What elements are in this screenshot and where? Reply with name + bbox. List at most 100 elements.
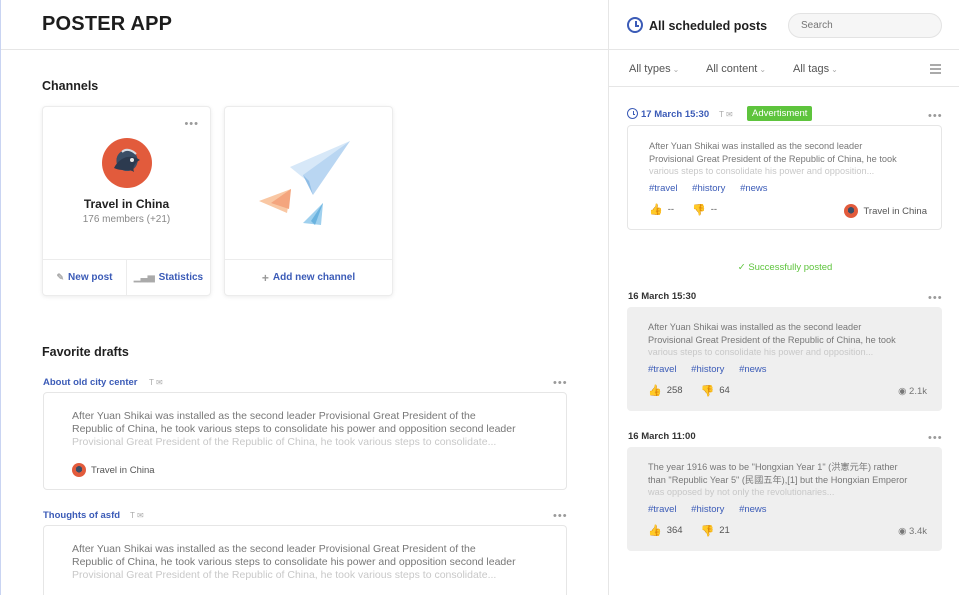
- more-icon[interactable]: •••: [928, 111, 943, 122]
- post-text-line: After Yuan Shikai was installed as the s…: [649, 141, 863, 151]
- new-post-button[interactable]: ✎ New post: [43, 260, 126, 295]
- menu-icon[interactable]: [930, 64, 941, 76]
- success-status: ✓ Successfully posted: [609, 262, 959, 273]
- tag-link[interactable]: #history: [691, 504, 724, 515]
- likes-count: 258: [666, 385, 683, 396]
- draft-title[interactable]: Thoughts of asfd: [43, 510, 120, 521]
- draft-card[interactable]: After Yuan Shikai was installed as the s…: [43, 525, 567, 595]
- plus-icon: +: [261, 270, 269, 285]
- main-area: POSTER APP Channels ••• Travel in China …: [1, 0, 608, 595]
- dislikes-count: --: [710, 204, 718, 215]
- likes-count: --: [667, 204, 675, 215]
- post-reactions: 👍 -- 👍 --: [649, 203, 717, 216]
- filter-label: All content: [706, 63, 758, 75]
- post-tags: #travel #history #news: [648, 504, 779, 515]
- channels-title: Channels: [42, 79, 99, 93]
- draft-channel: Travel in China: [72, 463, 155, 477]
- text-image-icon: T ✉: [130, 511, 144, 520]
- clock-icon: [627, 108, 638, 119]
- more-icon[interactable]: •••: [184, 119, 199, 130]
- success-text: Successfully posted: [748, 262, 833, 273]
- check-icon: ✓: [737, 262, 749, 273]
- thumbs-down-icon[interactable]: 👍: [701, 524, 715, 537]
- thumbs-up-icon[interactable]: 👍: [649, 203, 663, 216]
- channel-avatar-icon: [844, 204, 859, 218]
- more-icon[interactable]: •••: [928, 293, 943, 304]
- post-tags: #travel #history #news: [649, 183, 780, 194]
- channel-name: Travel in China: [83, 197, 170, 211]
- text-image-icon: T ✉: [149, 378, 163, 387]
- filter-label: All types: [629, 63, 671, 75]
- post-text-line: various steps to consolidate his power a…: [649, 166, 875, 176]
- draft-title[interactable]: About old city center: [43, 377, 137, 388]
- views-count: ◉ 3.4k: [898, 526, 927, 537]
- more-icon[interactable]: •••: [928, 433, 943, 444]
- post-text: After Yuan Shikai was installed as the s…: [648, 321, 918, 359]
- post-tags: #travel #history #news: [648, 364, 779, 375]
- post-text-line: was opposed by not only the revolutionar…: [648, 487, 835, 497]
- filter-types[interactable]: All types ⌄: [629, 63, 679, 75]
- thumbs-down-icon[interactable]: 👍: [701, 384, 715, 397]
- tag-link[interactable]: #history: [692, 183, 725, 194]
- likes-count: 364: [666, 525, 683, 536]
- thumbs-up-icon[interactable]: 👍: [648, 524, 662, 537]
- draft-text: After Yuan Shikai was installed as the s…: [72, 410, 546, 449]
- post-card[interactable]: After Yuan Shikai was installed as the s…: [627, 125, 942, 230]
- advertisment-badge: Advertisment: [747, 106, 813, 121]
- paper-planes-icon: [259, 141, 350, 225]
- channel-members: 176 members (+21): [82, 214, 171, 225]
- draft-text-line: Provisional Great President of the Repub…: [72, 569, 497, 581]
- filter-content[interactable]: All content ⌄: [706, 63, 766, 75]
- post-text-line: Provisional Great President of the Repub…: [648, 334, 896, 345]
- pencil-icon: ✎: [56, 272, 65, 282]
- thumbs-down-icon[interactable]: 👍: [692, 203, 706, 216]
- post-card[interactable]: After Yuan Shikai was installed as the s…: [627, 307, 942, 411]
- app-window: POSTER APP Channels ••• Travel in China …: [0, 0, 959, 595]
- chevron-down-icon: ⌄: [831, 65, 838, 74]
- post-text: The year 1916 was to be "Hongxian Year 1…: [648, 461, 918, 499]
- tag-link[interactable]: #history: [691, 364, 724, 375]
- scheduled-panel: All scheduled posts All types⌄ All conte…: [608, 0, 959, 595]
- post-text-line: After Yuan Shikai was installed as the s…: [648, 322, 862, 332]
- thumbs-up-icon[interactable]: 👍: [648, 384, 662, 397]
- clock-icon: [627, 17, 643, 33]
- search-input[interactable]: [788, 13, 942, 38]
- draft-text-line: After Yuan Shikai was installed as the s…: [72, 543, 476, 555]
- post-text-line: The year 1916 was to be "Hongxian Year 1…: [648, 462, 898, 472]
- draft-text-line: Republic of China, he took various steps…: [72, 423, 516, 435]
- post-date: 16 March 11:00: [628, 431, 696, 442]
- add-channel-card[interactable]: + Add new channel: [224, 106, 393, 296]
- more-icon[interactable]: •••: [553, 378, 568, 389]
- post-date: 17 March 15:30: [641, 109, 710, 120]
- channel-avatar-icon: [72, 463, 86, 477]
- tag-link[interactable]: #news: [739, 364, 766, 375]
- draft-text-line: Provisional Great President of the Repub…: [72, 436, 497, 448]
- draft-text-line: Republic of China, he took various steps…: [72, 556, 516, 568]
- tag-link[interactable]: #travel: [649, 183, 678, 194]
- text-image-icon: T ✉: [719, 110, 733, 119]
- statistics-button[interactable]: ▁▃▅ Statistics: [126, 260, 210, 295]
- filter-label: All tags: [793, 63, 830, 75]
- add-channel-button[interactable]: + Add new channel: [225, 260, 392, 295]
- post-reactions: 👍 364 👍 21: [648, 524, 730, 537]
- scheduled-header: All scheduled posts: [609, 0, 959, 50]
- post-card[interactable]: The year 1916 was to be "Hongxian Year 1…: [627, 447, 942, 551]
- dislikes-count: 64: [719, 385, 730, 396]
- channel-card[interactable]: ••• Travel in China 176 members (+21) ✎ …: [42, 106, 211, 296]
- statistics-label: Statistics: [158, 272, 204, 283]
- tag-link[interactable]: #news: [740, 183, 767, 194]
- post-reactions: 👍 258 👍 64: [648, 384, 730, 397]
- chevron-down-icon: ⌄: [759, 65, 767, 74]
- filter-tags[interactable]: All tags ⌄: [793, 63, 838, 75]
- eye-icon: ◉: [898, 526, 910, 537]
- tag-link[interactable]: #travel: [648, 364, 677, 375]
- post-channel: Travel in China: [844, 204, 927, 218]
- top-bar: POSTER APP: [1, 0, 608, 50]
- post-channel-name: Travel in China: [863, 205, 927, 217]
- chevron-down-icon: ⌄: [672, 65, 680, 74]
- more-icon[interactable]: •••: [553, 511, 568, 522]
- eye-icon: ◉: [898, 386, 910, 397]
- draft-card[interactable]: After Yuan Shikai was installed as the s…: [43, 392, 567, 490]
- tag-link[interactable]: #news: [739, 504, 766, 515]
- tag-link[interactable]: #travel: [648, 504, 677, 515]
